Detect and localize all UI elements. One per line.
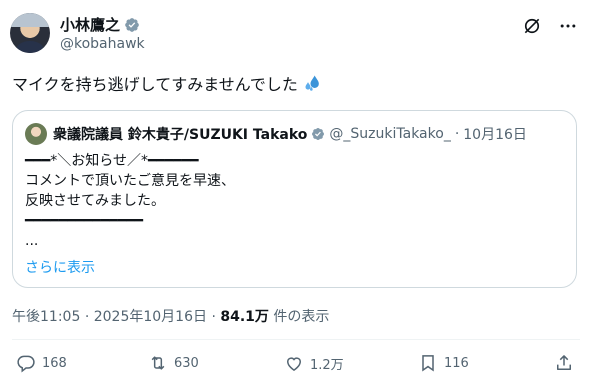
action-bar: 168 630 1.2万 116 bbox=[0, 353, 592, 381]
like-icon bbox=[286, 357, 302, 371]
quoted-line: ... bbox=[25, 233, 39, 249]
repost-icon bbox=[151, 356, 165, 370]
post-time[interactable]: 午後11:05 bbox=[12, 309, 80, 325]
like-button[interactable]: 1.2万 bbox=[284, 353, 344, 373]
verified-badge-icon[interactable] bbox=[124, 17, 140, 33]
repost-button[interactable]: 630 bbox=[148, 353, 199, 373]
share-button[interactable] bbox=[554, 353, 574, 373]
quoted-body: ━━━*＼お知らせ／*━━━━━━ コメントで頂いたご意見を早速、 反映させてみ… bbox=[25, 151, 235, 251]
quoted-line: ━━━*＼お知らせ／*━━━━━━ bbox=[25, 153, 199, 169]
quoted-line: ━━━━━━━━━━━━━━ bbox=[25, 213, 144, 229]
quoted-date[interactable]: 10月16日 bbox=[463, 124, 527, 144]
quoted-post-header: 衆議院議員 鈴木貴子/SUZUKI Takako @_SuzukiTakako_… bbox=[25, 123, 527, 145]
bookmark-count: 116 bbox=[444, 355, 469, 371]
views-label: 件の表示 bbox=[273, 309, 330, 325]
reply-count: 168 bbox=[42, 355, 67, 371]
bookmark-icon bbox=[422, 355, 434, 372]
share-icon bbox=[557, 355, 571, 370]
post-meta: 午後11:05 · 2025年10月16日 · 84.1万 件の表示 bbox=[12, 306, 329, 326]
grok-slash-icon[interactable] bbox=[522, 16, 542, 36]
like-count: 1.2万 bbox=[310, 357, 344, 373]
author-handle[interactable]: @kobahawk bbox=[60, 36, 145, 52]
quoted-line: 反映させてみました。 bbox=[25, 193, 165, 209]
divider bbox=[12, 339, 580, 340]
quoted-line: コメントで頂いたご意見を早速、 bbox=[25, 173, 235, 189]
quoted-avatar[interactable] bbox=[25, 123, 47, 145]
tweet-text-content: マイクを持ち逃げしてすみませんでした bbox=[12, 75, 298, 94]
quoted-display-name[interactable]: 衆議院議員 鈴木貴子/SUZUKI Takako bbox=[53, 124, 307, 144]
meta-separator: · bbox=[211, 309, 216, 325]
meta-separator: · bbox=[84, 309, 90, 325]
post-date[interactable]: 2025年10月16日 bbox=[94, 309, 207, 325]
tweet-text: マイクを持ち逃げしてすみませんでした bbox=[12, 73, 323, 96]
sweat-drops-emoji bbox=[305, 75, 319, 91]
reply-button[interactable]: 168 bbox=[16, 353, 67, 373]
show-more-link[interactable]: さらに表示 bbox=[25, 257, 95, 277]
author-name-row: 小林鷹之 bbox=[60, 14, 140, 35]
bookmark-button[interactable]: 116 bbox=[418, 353, 469, 373]
reply-icon bbox=[17, 355, 35, 373]
avatar[interactable] bbox=[10, 13, 50, 53]
top-actions bbox=[522, 16, 578, 36]
quoted-post[interactable]: 衆議院議員 鈴木貴子/SUZUKI Takako @_SuzukiTakako_… bbox=[12, 110, 577, 288]
views-count: 84.1万 bbox=[220, 309, 269, 325]
repost-count: 630 bbox=[174, 355, 199, 371]
author-display-name[interactable]: 小林鷹之 bbox=[60, 14, 120, 35]
verified-badge-icon[interactable] bbox=[311, 127, 325, 141]
quoted-handle[interactable]: @_SuzukiTakako_ bbox=[329, 126, 450, 142]
quoted-separator: · bbox=[454, 126, 460, 142]
more-icon[interactable] bbox=[558, 16, 578, 36]
